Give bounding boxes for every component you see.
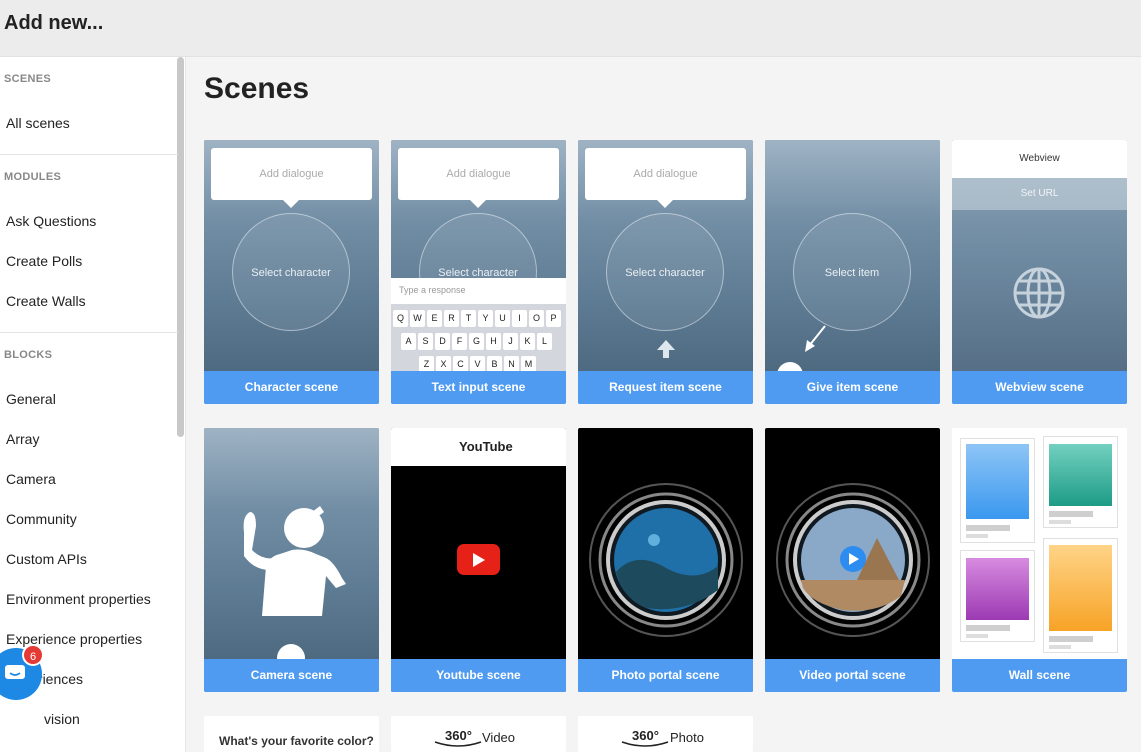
- scene-card-webview[interactable]: Webview Set URL Webview scene: [952, 140, 1127, 404]
- key: Q: [393, 310, 408, 327]
- scene-card-label: Character scene: [204, 371, 379, 404]
- scene-card-label: Webview scene: [952, 371, 1127, 404]
- key: G: [469, 333, 484, 350]
- key: L: [537, 333, 552, 350]
- key: E: [427, 310, 442, 327]
- response-input: Type a response: [391, 278, 566, 304]
- section-head-scenes: SCENES: [4, 73, 52, 85]
- sidebar-item-create-walls[interactable]: Create Walls: [6, 293, 86, 309]
- selfie-person-icon: [243, 506, 346, 616]
- scene-card-youtube[interactable]: YouTube Youtube scene: [391, 428, 566, 692]
- wall-post: [1043, 436, 1118, 528]
- sidebar-item-ask-questions[interactable]: Ask Questions: [6, 213, 96, 229]
- key: S: [418, 333, 433, 350]
- key: U: [495, 310, 510, 327]
- sidebar-item-custom-apis[interactable]: Custom APIs: [6, 551, 87, 567]
- sidebar-item-array[interactable]: Array: [6, 431, 39, 447]
- dialogue-bubble: Add dialogue: [585, 148, 746, 208]
- scene-card-label: Camera scene: [204, 659, 379, 692]
- arrow-down-left-icon: [805, 325, 826, 352]
- key: I: [512, 310, 527, 327]
- key: J: [503, 333, 518, 350]
- key: F: [452, 333, 467, 350]
- dialogue-bubble: Add dialogue: [398, 148, 559, 208]
- youtube-logo: YouTube: [459, 439, 513, 454]
- arrow-up-icon: [657, 340, 675, 358]
- sidebar-item-environment-properties[interactable]: Environment properties: [6, 591, 151, 607]
- set-url-button: Set URL: [952, 178, 1127, 210]
- scene-card-label: Request item scene: [578, 371, 753, 404]
- notification-badge: 6: [22, 644, 44, 666]
- 360-arc-icon: [434, 741, 482, 747]
- scene-card-video-portal[interactable]: Video portal scene: [765, 428, 940, 692]
- sidebar-item-general[interactable]: General: [6, 391, 56, 407]
- key: D: [435, 333, 450, 350]
- scene-card-label: Wall scene: [952, 659, 1127, 692]
- play-button-icon: [840, 546, 866, 572]
- scene-card-photo-portal[interactable]: Photo portal scene: [578, 428, 753, 692]
- key: H: [486, 333, 501, 350]
- character-placeholder: Select character: [232, 213, 350, 331]
- page-header-title: Add new...: [4, 12, 104, 34]
- sidebar-item-all-scenes[interactable]: All scenes: [6, 115, 70, 131]
- divider: [0, 154, 178, 155]
- scene-card-camera[interactable]: Camera scene: [204, 428, 379, 692]
- page-title: Scenes: [204, 72, 310, 105]
- globe-icon: [1013, 267, 1065, 319]
- divider: [0, 332, 178, 333]
- scene-card-label: Photo portal scene: [578, 659, 753, 692]
- portal-rings-icon: [589, 483, 743, 637]
- sidebar-item-community[interactable]: Community: [6, 511, 77, 527]
- dialogue-bubble: Add dialogue: [211, 148, 372, 208]
- keyboard-row-2: ASDFGHJKL: [401, 333, 552, 350]
- play-button-icon: [457, 544, 500, 575]
- webview-title: Webview: [952, 140, 1127, 178]
- 360-label: Video: [482, 730, 516, 745]
- scene-card-wall[interactable]: Wall scene: [952, 428, 1127, 692]
- scene-card-character[interactable]: Add dialogue Select character Character …: [204, 140, 379, 404]
- key: T: [461, 310, 476, 327]
- scene-card-give-item[interactable]: Select item Give item scene: [765, 140, 940, 404]
- scene-card-label: Youtube scene: [391, 659, 566, 692]
- poll-question: What's your favorite color?: [219, 734, 374, 748]
- scene-card-request-item[interactable]: Add dialogue Select character Request it…: [578, 140, 753, 404]
- sidebar-item-create-polls[interactable]: Create Polls: [6, 253, 82, 269]
- section-head-modules: MODULES: [4, 171, 62, 183]
- scene-card-label: Give item scene: [765, 371, 940, 404]
- key: Y: [478, 310, 493, 327]
- 360-arc-icon: [621, 741, 669, 747]
- key: A: [401, 333, 416, 350]
- top-bar: Add new...: [0, 0, 1141, 57]
- key: K: [520, 333, 535, 350]
- section-head-blocks: BLOCKS: [4, 349, 53, 361]
- 360-label: Photo: [670, 730, 704, 745]
- sidebar-item-vision[interactable]: vision: [44, 711, 80, 727]
- wall-post: [960, 550, 1035, 642]
- scene-card-poll[interactable]: What's your favorite color?: [204, 716, 379, 752]
- scene-card-text-input[interactable]: Add dialogue Select character Type a res…: [391, 140, 566, 404]
- key: P: [546, 310, 561, 327]
- sidebar-scrollbar[interactable]: [177, 57, 184, 437]
- keyboard-row-1: QWERTYUIOP: [393, 310, 561, 327]
- key: W: [410, 310, 425, 327]
- scene-card-360-video[interactable]: 360° Video: [391, 716, 566, 752]
- key: O: [529, 310, 544, 327]
- scene-card-label: Text input scene: [391, 371, 566, 404]
- youtube-header: YouTube: [391, 428, 566, 466]
- character-placeholder: Select character: [606, 213, 724, 331]
- chat-icon: [5, 665, 25, 679]
- sidebar-item-camera[interactable]: Camera: [6, 471, 56, 487]
- key: R: [444, 310, 459, 327]
- wall-post: [960, 438, 1035, 543]
- keyboard: Type a response QWERTYUIOP ASDFGHJKL ZXC…: [391, 278, 566, 373]
- wall-post: [1043, 538, 1118, 653]
- item-placeholder: Select item: [793, 213, 911, 331]
- scene-card-label: Video portal scene: [765, 659, 940, 692]
- scene-card-360-photo[interactable]: 360° Photo: [578, 716, 753, 752]
